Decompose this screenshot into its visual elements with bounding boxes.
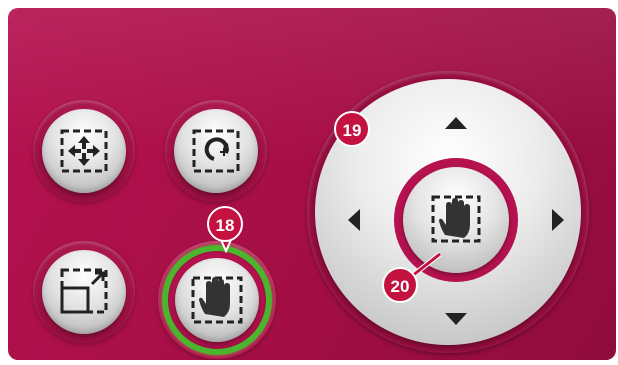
resize-button[interactable] [33,241,135,343]
touch-panel: 18 19 20 [8,8,616,360]
pan-button-face [175,258,259,342]
resize-icon [60,268,108,314]
rotate-icon [192,129,240,173]
arrow-right-button[interactable] [552,209,564,231]
pan-button[interactable] [158,241,276,359]
arrow-left-button[interactable] [348,209,360,231]
rotate-button[interactable] [165,100,267,202]
hand-icon [191,276,243,324]
callout-20: 20 [382,267,418,303]
move-arrows-icon [60,129,108,173]
rotate-button-face [174,109,258,193]
arrow-down-button[interactable] [445,313,467,325]
callout-19: 19 [334,111,370,147]
resize-button-face [42,250,126,334]
callout-18: 18 [207,206,243,242]
move-button-face [42,109,126,193]
move-button[interactable] [33,100,135,202]
arrow-up-button[interactable] [445,117,467,129]
